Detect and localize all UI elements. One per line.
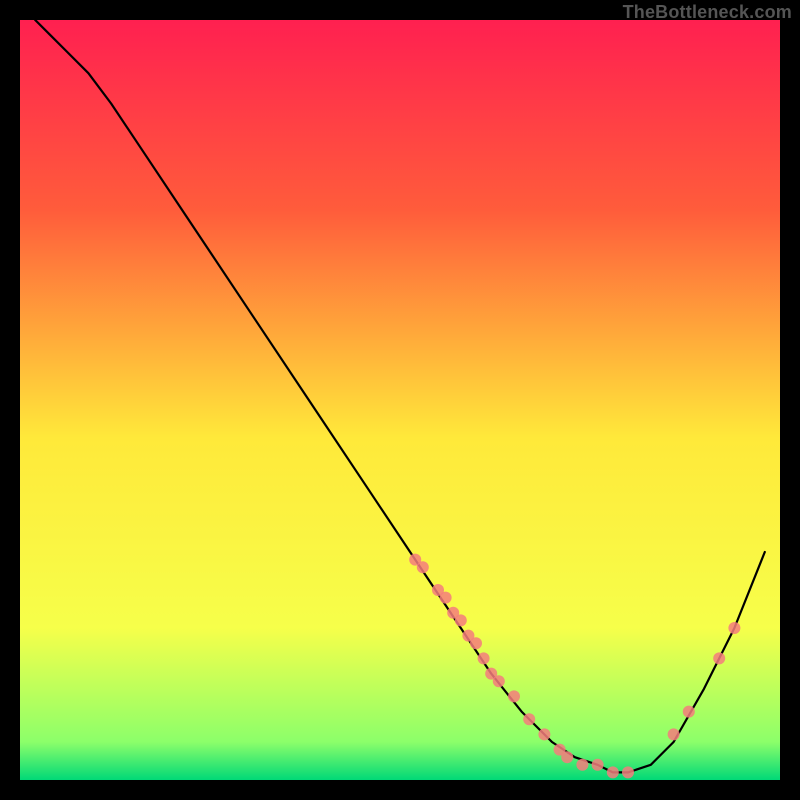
data-point xyxy=(493,675,505,687)
data-point xyxy=(470,637,482,649)
data-point xyxy=(607,766,619,778)
data-point xyxy=(728,622,740,634)
data-point xyxy=(683,706,695,718)
gradient-background xyxy=(20,20,780,780)
data-point xyxy=(455,614,467,626)
data-point xyxy=(538,728,550,740)
data-point xyxy=(576,759,588,771)
data-point xyxy=(478,652,490,664)
data-point xyxy=(508,690,520,702)
data-point xyxy=(713,652,725,664)
data-point xyxy=(523,713,535,725)
data-point xyxy=(622,766,634,778)
plot-area xyxy=(20,20,780,780)
data-point xyxy=(417,561,429,573)
data-point xyxy=(592,759,604,771)
chart-frame: TheBottleneck.com xyxy=(0,0,800,800)
data-point xyxy=(561,751,573,763)
chart-svg xyxy=(20,20,780,780)
data-point xyxy=(440,592,452,604)
data-point xyxy=(668,728,680,740)
